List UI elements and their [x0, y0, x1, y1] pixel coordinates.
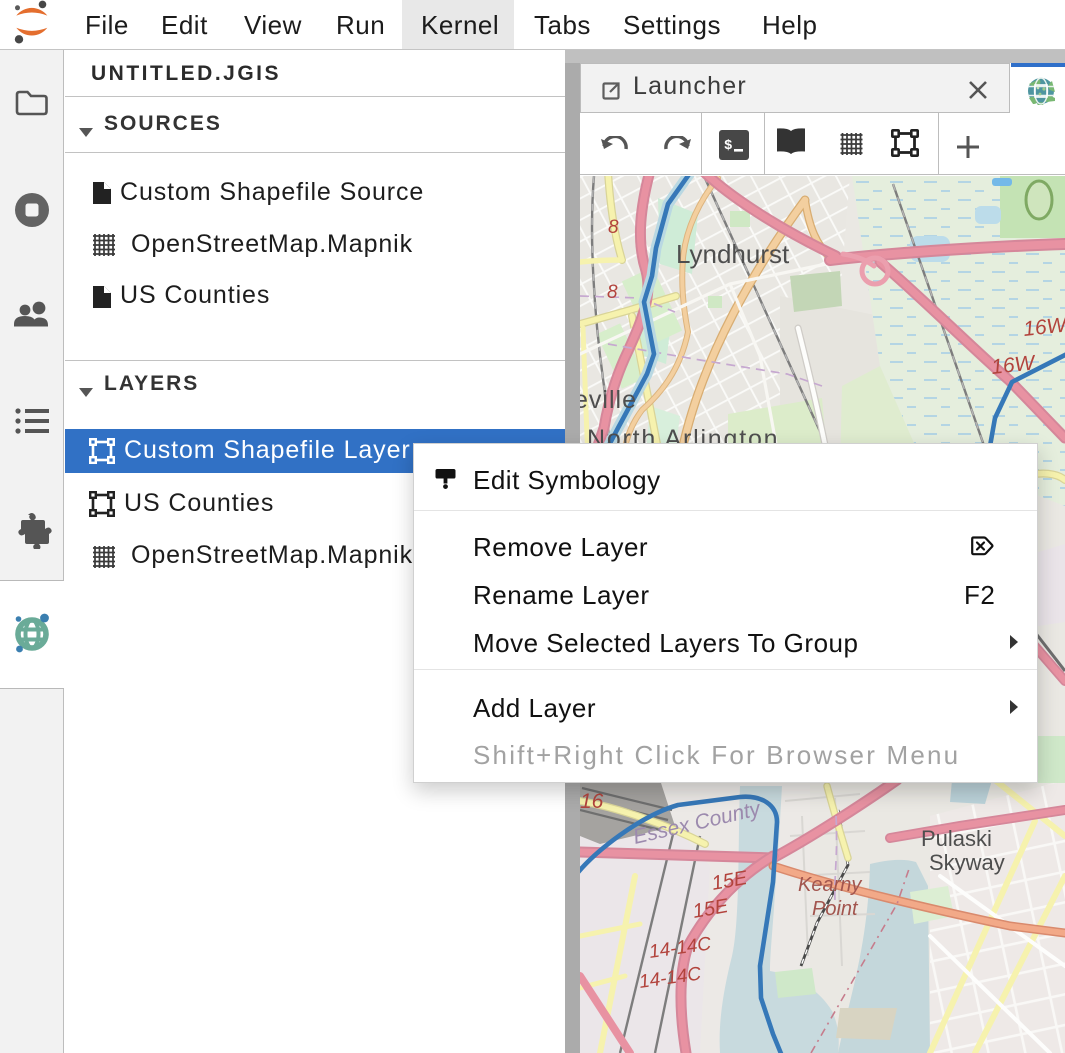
svg-text:16W: 16W — [990, 351, 1038, 379]
svg-text:16: 16 — [580, 790, 604, 813]
svg-text:16W: 16W — [1022, 313, 1065, 341]
svg-text:8: 8 — [608, 217, 619, 238]
svg-text:Pulaski: Pulaski — [921, 826, 992, 851]
svg-text:Lyndhurst: Lyndhurst — [676, 239, 790, 269]
svg-text:Point: Point — [812, 898, 859, 920]
svg-text:$: $ — [724, 138, 732, 154]
svg-text:Kearny: Kearny — [798, 874, 862, 896]
svg-text:Skyway: Skyway — [929, 850, 1005, 875]
svg-text:8: 8 — [607, 282, 618, 303]
svg-text:eville: eville — [580, 386, 637, 414]
